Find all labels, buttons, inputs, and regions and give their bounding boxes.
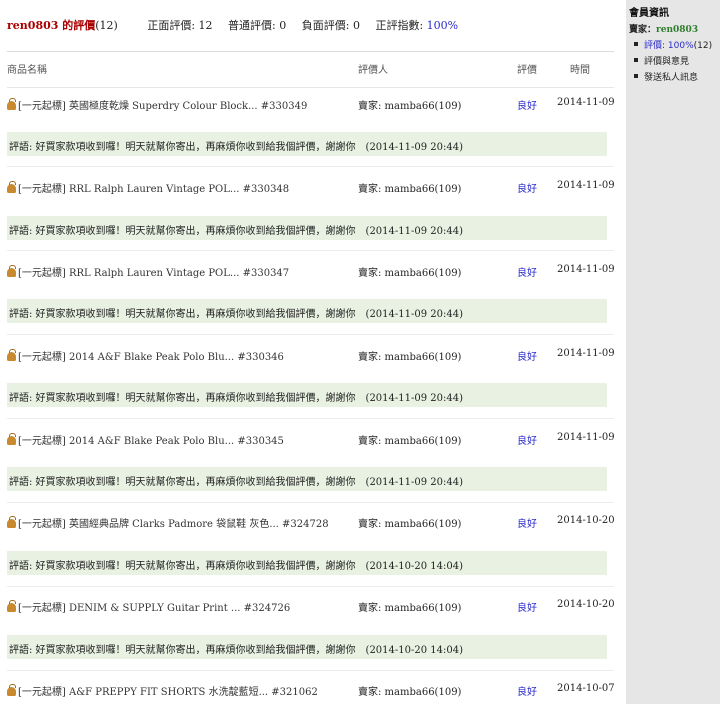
money-bag-icon [7,265,16,277]
product-link[interactable]: [一元起標] 英國極度乾燥 Superdry Colour Block... #… [18,101,307,112]
comment-text: 評語: 好買家款項收到囉！明天就幫你寄出，再麻煩你收到給我個評價，謝謝你 (20… [9,142,464,153]
review-date: 2014-11-09 [557,348,615,359]
rater-name[interactable]: 賣家: mamba66(109) [358,683,461,698]
comment-text: 評語: 好買家款項收到囉！明天就幫你寄出，再麻煩你收到給我個評價，謝謝你 (20… [9,226,464,237]
product-link[interactable]: [一元起標] RRL Ralph Lauren Vintage POL... #… [18,268,289,279]
rating-value: 良好 [517,352,537,363]
rating-value: 良好 [517,184,537,195]
column-rating: 評價 [517,65,537,76]
sidebar-item-rating[interactable]: 評價: 100%(12) [634,38,712,51]
review-row: [一元起標] RRL Ralph Lauren Vintage POL... #… [7,261,615,281]
review-row: [一元起標] A&F PREPPY FIT SHORTS 水洗靛藍短... #3… [7,680,615,700]
review-comment: 評語: 好買家款項收到囉！明天就幫你寄出，再麻煩你收到給我個評價，謝謝你 (20… [7,551,607,575]
comment-text: 評語: 好買家款項收到囉！明天就幫你寄出，再麻煩你收到給我個評價，謝謝你 (20… [9,393,464,404]
money-bag-icon [7,98,16,110]
negative-count: 負面評價: 0 [301,19,360,32]
money-bag-icon [7,516,16,528]
review-row: [一元起標] 英國經典品牌 Clarks Padmore 袋鼠鞋 灰色... #… [7,512,615,532]
product-link[interactable]: [一元起標] A&F PREPPY FIT SHORTS 水洗靛藍短... #3… [18,687,318,698]
divider [7,334,614,335]
review-date: 2014-10-20 [557,599,615,610]
column-date: 時間 [570,65,590,76]
rating-count: (12) [95,19,118,32]
sidebar-item-feedback[interactable]: 評價與意見 [634,54,689,67]
rating-count: (12) [693,41,713,51]
money-bag-icon [7,600,16,612]
seller-name[interactable]: ren0803 [656,25,698,35]
review-row: [一元起標] 2014 A&F Blake Peak Polo Blu... #… [7,345,615,365]
seller-label: 賣家： [629,25,657,35]
product-link[interactable]: [一元起標] 英國經典品牌 Clarks Padmore 袋鼠鞋 灰色... #… [18,519,329,530]
rater-name[interactable]: 賣家: mamba66(109) [358,97,461,112]
divider [7,250,614,251]
bullet-icon [634,58,638,62]
review-date: 2014-11-09 [557,180,615,191]
review-row: [一元起標] DENIM & SUPPLY Guitar Print ... #… [7,596,615,616]
product-link[interactable]: [一元起標] RRL Ralph Lauren Vintage POL... #… [18,184,289,195]
product-link[interactable]: [一元起標] 2014 A&F Blake Peak Polo Blu... #… [18,436,284,447]
review-comment: 評語: 好買家款項收到囉！明天就幫你寄出，再麻煩你收到給我個評價，謝謝你 (20… [7,216,607,240]
rater-name[interactable]: 賣家: mamba66(109) [358,348,461,363]
comment-text: 評語: 好買家款項收到囉！明天就幫你寄出，再麻煩你收到給我個評價，謝謝你 (20… [9,645,464,656]
review-row: [一元起標] 2014 A&F Blake Peak Polo Blu... #… [7,429,615,449]
product-link[interactable]: [一元起標] DENIM & SUPPLY Guitar Print ... #… [18,603,290,614]
divider [7,502,614,503]
seller-info: 賣家：ren0803 [629,22,698,35]
comment-text: 評語: 好買家款項收到囉！明天就幫你寄出，再麻煩你收到給我個評價，謝謝你 (20… [9,477,464,488]
sidebar-title: 會員資訊 [629,8,669,19]
comment-text: 評語: 好買家款項收到囉！明天就幫你寄出，再麻煩你收到給我個評價，謝謝你 (20… [9,561,464,572]
divider [7,670,614,671]
rater-name[interactable]: 賣家: mamba66(109) [358,432,461,447]
comment-text: 評語: 好買家款項收到囉！明天就幫你寄出，再麻煩你收到給我個評價，謝謝你 (20… [9,309,464,320]
divider [7,586,614,587]
rating-value: 良好 [517,519,537,530]
review-comment: 評語: 好買家款項收到囉！明天就幫你寄出，再麻煩你收到給我個評價，謝謝你 (20… [7,132,607,156]
index-value: 100% [426,19,459,32]
message-link[interactable]: 發送私人訊息 [644,73,698,83]
rating-value: 良好 [517,603,537,614]
review-date: 2014-11-09 [557,97,615,108]
review-date: 2014-11-09 [557,432,615,443]
column-rater: 評價人 [358,65,388,76]
money-bag-icon [7,433,16,445]
divider [7,87,614,88]
rating-link[interactable]: 評價: 100% [644,41,694,51]
rating-value: 良好 [517,687,537,698]
rating-value: 良好 [517,101,537,112]
review-date: 2014-11-09 [557,264,615,275]
user-rating-title: ren0803 的評價 [7,19,96,32]
rater-name[interactable]: 賣家: mamba66(109) [358,180,461,195]
sidebar-item-message[interactable]: 發送私人訊息 [634,70,698,83]
index-label: 正評指數: [375,19,424,32]
feedback-summary: ren0803 的評價(12) 正面評價: 12 普通評價: 0 負面評價: 0… [7,17,458,35]
rater-name[interactable]: 賣家: mamba66(109) [358,515,461,530]
rater-name[interactable]: 賣家: mamba66(109) [358,599,461,614]
review-row: [一元起標] RRL Ralph Lauren Vintage POL... #… [7,177,615,197]
review-comment: 評語: 好買家款項收到囉！明天就幫你寄出，再麻煩你收到給我個評價，謝謝你 (20… [7,299,607,323]
money-bag-icon [7,684,16,696]
bullet-icon [634,74,638,78]
review-comment: 評語: 好買家款項收到囉！明天就幫你寄出，再麻煩你收到給我個評價，謝謝你 (20… [7,635,607,659]
review-comment: 評語: 好買家款項收到囉！明天就幫你寄出，再麻煩你收到給我個評價，謝謝你 (20… [7,383,607,407]
rating-value: 良好 [517,436,537,447]
rater-name[interactable]: 賣家: mamba66(109) [358,264,461,279]
divider [7,51,614,52]
bullet-icon [634,42,638,46]
review-comment: 評語: 好買家款項收到囉！明天就幫你寄出，再麻煩你收到給我個評價，謝謝你 (20… [7,467,607,491]
positive-count: 正面評價: 12 [147,19,213,32]
rating-value: 良好 [517,268,537,279]
member-info-sidebar: 會員資訊 賣家：ren0803 評價: 100%(12) 評價與意見 發送私人訊… [626,0,720,704]
review-row: [一元起標] 英國極度乾燥 Superdry Colour Block... #… [7,94,615,114]
product-link[interactable]: [一元起標] 2014 A&F Blake Peak Polo Blu... #… [18,352,284,363]
divider [7,418,614,419]
money-bag-icon [7,181,16,193]
review-date: 2014-10-20 [557,515,615,526]
column-product: 商品名稱 [7,65,47,76]
neutral-count: 普通評價: 0 [228,19,287,32]
feedback-link[interactable]: 評價與意見 [644,57,689,67]
review-date: 2014-10-07 [557,683,615,694]
money-bag-icon [7,349,16,361]
feedback-main: ren0803 的評價(12) 正面評價: 12 普通評價: 0 負面評價: 0… [0,0,624,704]
divider [7,166,614,167]
